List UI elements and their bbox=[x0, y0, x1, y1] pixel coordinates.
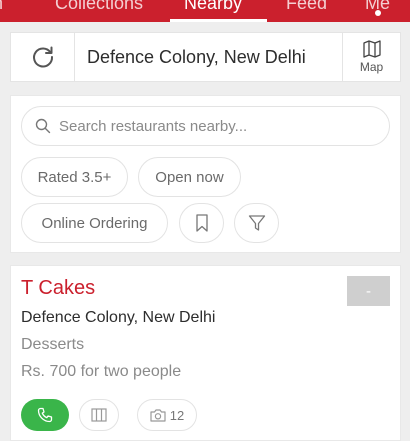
tab-search[interactable]: h bbox=[0, 0, 3, 14]
restaurant-cuisine: Desserts bbox=[21, 336, 85, 353]
map-button[interactable]: Map bbox=[342, 33, 400, 81]
bookmark-filter-button[interactable] bbox=[179, 203, 224, 243]
map-icon bbox=[362, 40, 381, 58]
tab-nearby[interactable]: Nearby bbox=[184, 0, 242, 14]
phone-icon bbox=[37, 407, 53, 423]
rating-badge: - bbox=[347, 276, 390, 306]
top-nav-bar: h Collections Nearby Feed Me bbox=[0, 0, 410, 22]
call-button[interactable] bbox=[21, 399, 69, 431]
filter-button[interactable] bbox=[234, 203, 279, 243]
restaurant-name[interactable]: T Cakes bbox=[21, 277, 95, 300]
tab-collections[interactable]: Collections bbox=[55, 0, 143, 14]
active-tab-indicator bbox=[170, 19, 267, 22]
location-bar: Defence Colony, New Delhi Map bbox=[10, 32, 401, 82]
search-input[interactable] bbox=[59, 117, 359, 135]
restaurant-card[interactable]: T Cakes - Defence Colony, New Delhi Dess… bbox=[10, 265, 401, 441]
refresh-button[interactable] bbox=[11, 33, 75, 81]
search-box[interactable] bbox=[21, 106, 390, 146]
filter-chip-online-ordering[interactable]: Online Ordering bbox=[21, 203, 168, 243]
menu-button[interactable] bbox=[79, 399, 119, 431]
camera-icon bbox=[150, 408, 166, 422]
menu-book-icon bbox=[91, 408, 107, 422]
current-location[interactable]: Defence Colony, New Delhi bbox=[87, 33, 306, 81]
restaurant-location: Defence Colony, New Delhi bbox=[21, 309, 216, 326]
refresh-icon bbox=[32, 46, 53, 68]
bookmark-icon bbox=[195, 214, 208, 232]
photos-button[interactable]: 12 bbox=[137, 399, 197, 431]
photo-count: 12 bbox=[169, 407, 185, 423]
filter-chip-rated[interactable]: Rated 3.5+ bbox=[21, 157, 128, 197]
notification-dot bbox=[375, 10, 381, 16]
filter-card: Rated 3.5+ Open now Online Ordering bbox=[10, 95, 401, 253]
restaurant-cost: Rs. 700 for two people bbox=[21, 363, 182, 380]
tab-feed[interactable]: Feed bbox=[286, 0, 327, 14]
map-label: Map bbox=[359, 60, 384, 74]
filter-icon bbox=[248, 215, 265, 231]
search-icon bbox=[35, 118, 51, 134]
filter-chip-open-now[interactable]: Open now bbox=[138, 157, 241, 197]
